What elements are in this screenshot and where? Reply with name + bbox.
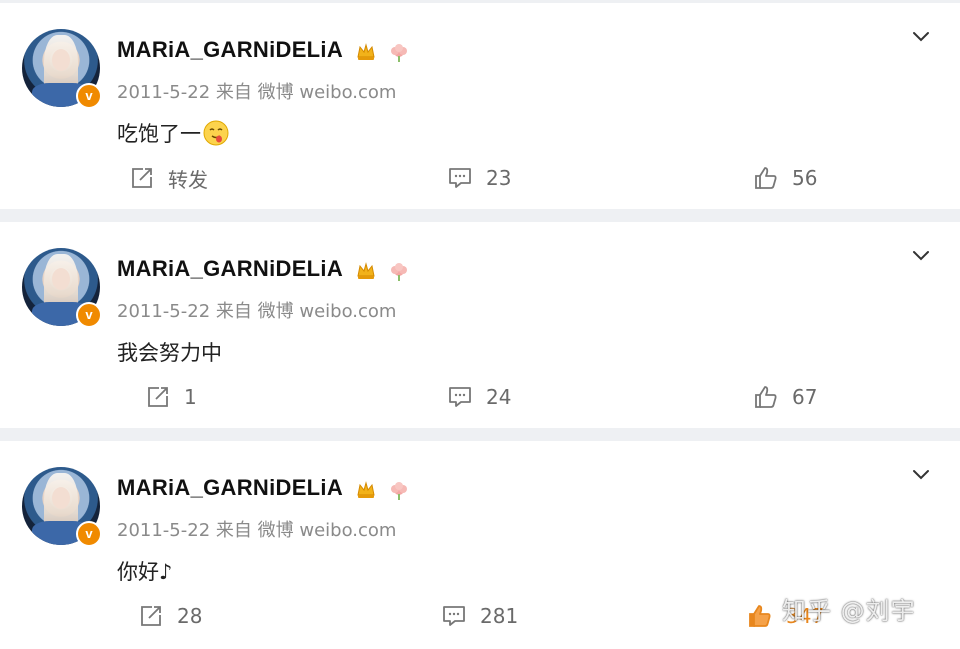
username[interactable]: MARiA_GARNiDELiA (117, 37, 343, 63)
post-meta: 2011-5-22 来自 微博 weibo.com (117, 78, 396, 104)
post-content: 你好♪ (117, 556, 172, 586)
post-card: v MARiA_GARNiDELiA 2011-5-22 来自 微博 weibo… (0, 3, 960, 209)
share-button[interactable]: 28 (139, 601, 202, 631)
share-count: 1 (184, 385, 197, 409)
verified-icon: v (76, 521, 102, 547)
comment-button[interactable]: 24 (448, 382, 511, 412)
comment-count: 24 (486, 385, 512, 409)
chevron-down-icon[interactable] (910, 244, 932, 266)
crown-badge-icon[interactable] (355, 260, 377, 282)
share-icon (132, 168, 152, 188)
thumbs-up-icon (755, 167, 777, 189)
verified-icon: v (76, 83, 102, 109)
share-count: 28 (177, 604, 203, 628)
comment-count: 281 (480, 604, 519, 628)
like-count: 67 (792, 385, 818, 409)
chevron-down-icon[interactable] (910, 25, 932, 47)
like-button[interactable]: 67 (754, 382, 817, 412)
username[interactable]: MARiA_GARNiDELiA (117, 475, 343, 501)
chevron-down-icon[interactable] (910, 463, 932, 485)
flower-badge-icon[interactable] (389, 481, 409, 501)
share-icon (148, 387, 168, 407)
verified-icon: v (76, 302, 102, 328)
post-meta: 2011-5-22 来自 微博 weibo.com (117, 516, 396, 542)
thumbs-up-icon (749, 605, 771, 627)
post-date[interactable]: 2011-5-22 (117, 520, 210, 541)
comment-icon (449, 387, 471, 407)
post-date[interactable]: 2011-5-22 (117, 301, 210, 322)
comment-icon (449, 168, 471, 188)
source-prefix: 来自 (215, 301, 252, 322)
watermark-text: 知乎 @刘宇 (782, 597, 916, 625)
post-date[interactable]: 2011-5-22 (117, 82, 210, 103)
avatar[interactable]: v (22, 248, 102, 328)
share-button[interactable]: 1 (146, 382, 197, 412)
post-text: 你好♪ (117, 560, 173, 584)
source-prefix: 来自 (215, 82, 252, 103)
comment-count: 23 (486, 166, 512, 190)
post-content: 吃饱了一 (117, 118, 229, 148)
share-icon (141, 606, 161, 626)
post-card: v MARiA_GARNiDELiA 2011-5-22 来自 微博 weibo… (0, 222, 960, 428)
crown-badge-icon[interactable] (355, 41, 377, 63)
post-source: 微博 weibo.com (257, 520, 397, 541)
comment-button[interactable]: 23 (448, 163, 511, 193)
yum-face-emoji-icon (203, 120, 229, 146)
post-source: 微博 weibo.com (257, 82, 397, 103)
comment-button[interactable]: 281 (442, 601, 518, 631)
thumbs-up-icon (755, 386, 777, 408)
flower-badge-icon[interactable] (389, 43, 409, 63)
post-text: 我会努力中 (117, 341, 222, 365)
source-prefix: 来自 (215, 520, 252, 541)
post-text: 吃饱了一 (117, 122, 201, 146)
share-label: 转发 (168, 167, 208, 192)
avatar[interactable]: v (22, 29, 102, 109)
avatar[interactable]: v (22, 467, 102, 547)
post-source: 微博 weibo.com (257, 301, 397, 322)
comment-icon (443, 606, 465, 626)
crown-badge-icon[interactable] (355, 479, 377, 501)
weibo-feed: v MARiA_GARNiDELiA 2011-5-22 来自 微博 weibo… (0, 0, 960, 649)
post-content: 我会努力中 (117, 337, 222, 367)
post-meta: 2011-5-22 来自 微博 weibo.com (117, 297, 396, 323)
like-count: 56 (792, 166, 818, 190)
username[interactable]: MARiA_GARNiDELiA (117, 256, 343, 282)
like-button[interactable]: 56 (754, 163, 817, 193)
flower-badge-icon[interactable] (389, 262, 409, 282)
share-button[interactable]: 转发 (130, 163, 208, 193)
